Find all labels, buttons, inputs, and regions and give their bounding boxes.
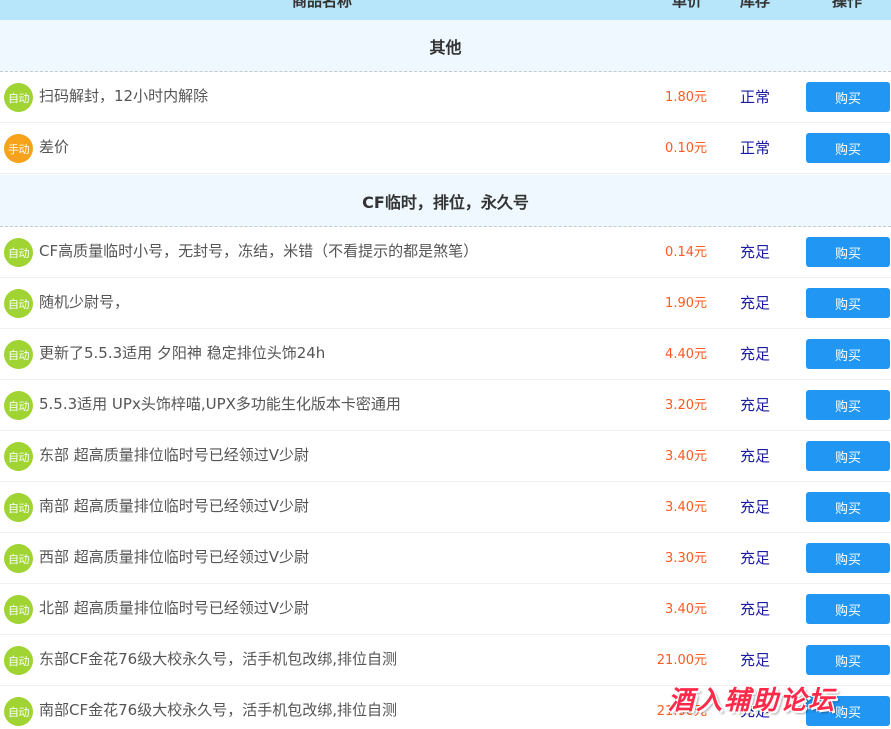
product-price: 0.10元 — [665, 141, 707, 156]
product-name[interactable]: 东部CF金花76级大校永久号，活手机包改绑,排位自测 — [39, 649, 397, 669]
product-name[interactable]: 东部 超高质量排位临时号已经领过V少尉 — [39, 445, 309, 465]
buy-button[interactable]: 购买 — [806, 288, 890, 318]
product-name[interactable]: CF高质量临时小号，无封号，冻结，米错（不看提示的都是煞笔） — [39, 241, 478, 261]
stock-status: 充足 — [740, 549, 771, 567]
product-price: 3.30元 — [665, 551, 707, 566]
manual-badge: 手动 — [4, 134, 33, 163]
header-action: 操作 — [832, 0, 863, 10]
forum-watermark: 酒入辅助论坛 — [668, 686, 837, 716]
stock-status: 充足 — [740, 294, 771, 312]
product-price: 21.00元 — [656, 653, 707, 668]
auto-badge: 自动 — [4, 442, 33, 471]
stock-status: 充足 — [740, 600, 771, 618]
product-name[interactable]: 南部CF金花76级大校永久号，活手机包改绑,排位自测 — [39, 700, 397, 720]
product-price: 0.14元 — [665, 245, 707, 260]
table-row: 自动 5.5.3适用 UPx头饰梓喵,UPX多功能生化版本卡密通用 3.20元 … — [0, 380, 891, 431]
product-list-page: 商品名称 单价 库存 操作 其他 自动 扫码解封，12小时内解除 1.80元 正… — [0, 0, 891, 729]
product-name[interactable]: 差价 — [39, 137, 69, 157]
product-price: 4.40元 — [665, 347, 707, 362]
category-title: 其他 — [429, 37, 462, 57]
buy-button[interactable]: 购买 — [806, 237, 890, 267]
table-row: 自动 东部CF金花76级大校永久号，活手机包改绑,排位自测 21.00元 充足 … — [0, 635, 891, 686]
auto-badge: 自动 — [4, 595, 33, 624]
table-row: 手动 差价 0.10元 正常 购买 — [0, 123, 891, 174]
buy-button[interactable]: 购买 — [806, 543, 890, 573]
buy-button[interactable]: 购买 — [806, 82, 890, 112]
stock-status: 正常 — [740, 139, 771, 157]
buy-button[interactable]: 购买 — [806, 390, 890, 420]
auto-badge: 自动 — [4, 493, 33, 522]
product-name[interactable]: 扫码解封，12小时内解除 — [39, 86, 208, 106]
product-price: 1.80元 — [665, 90, 707, 105]
stock-status: 充足 — [740, 396, 771, 414]
category-header-cf: CF临时，排位，永久号 — [0, 175, 891, 227]
table-row: 自动 随机少尉号， 1.90元 充足 购买 — [0, 278, 891, 329]
product-name[interactable]: 5.5.3适用 UPx头饰梓喵,UPX多功能生化版本卡密通用 — [39, 394, 401, 414]
product-price: 3.40元 — [665, 449, 707, 464]
buy-button[interactable]: 购买 — [806, 133, 890, 163]
product-name[interactable]: 北部 超高质量排位临时号已经领过V少尉 — [39, 598, 309, 618]
stock-status: 充足 — [740, 498, 771, 516]
header-stock: 库存 — [740, 0, 771, 10]
table-row: 自动 扫码解封，12小时内解除 1.80元 正常 购买 — [0, 72, 891, 123]
table-row: 自动 东部 超高质量排位临时号已经领过V少尉 3.40元 充足 购买 — [0, 431, 891, 482]
stock-status: 充足 — [740, 651, 771, 669]
buy-button[interactable]: 购买 — [806, 594, 890, 624]
product-name[interactable]: 西部 超高质量排位临时号已经领过V少尉 — [39, 547, 309, 567]
product-price: 3.40元 — [665, 602, 707, 617]
auto-badge: 自动 — [4, 697, 33, 726]
auto-badge: 自动 — [4, 289, 33, 318]
buy-button[interactable]: 购买 — [806, 441, 890, 471]
buy-button[interactable]: 购买 — [806, 645, 890, 675]
product-name[interactable]: 随机少尉号， — [39, 292, 129, 312]
buy-button[interactable]: 购买 — [806, 339, 890, 369]
auto-badge: 自动 — [4, 340, 33, 369]
table-header: 商品名称 单价 库存 操作 — [0, 0, 891, 20]
header-price: 单价 — [672, 0, 703, 10]
category-title: CF临时，排位，永久号 — [362, 192, 529, 212]
product-name[interactable]: 更新了5.5.3适用 夕阳神 稳定排位头饰24h — [39, 343, 325, 363]
auto-badge: 自动 — [4, 544, 33, 573]
buy-button[interactable]: 购买 — [806, 492, 890, 522]
auto-badge: 自动 — [4, 391, 33, 420]
auto-badge: 自动 — [4, 238, 33, 267]
stock-status: 充足 — [740, 447, 771, 465]
table-row: 自动 西部 超高质量排位临时号已经领过V少尉 3.30元 充足 购买 — [0, 533, 891, 584]
table-row: 自动 更新了5.5.3适用 夕阳神 稳定排位头饰24h 4.40元 充足 购买 — [0, 329, 891, 380]
auto-badge: 自动 — [4, 83, 33, 112]
table-row: 自动 南部 超高质量排位临时号已经领过V少尉 3.40元 充足 购买 — [0, 482, 891, 533]
stock-status: 充足 — [740, 243, 771, 261]
stock-status: 充足 — [740, 345, 771, 363]
auto-badge: 自动 — [4, 646, 33, 675]
table-row: 自动 CF高质量临时小号，无封号，冻结，米错（不看提示的都是煞笔） 0.14元 … — [0, 227, 891, 278]
product-name[interactable]: 南部 超高质量排位临时号已经领过V少尉 — [39, 496, 309, 516]
category-header-other: 其他 — [0, 20, 891, 72]
product-price: 1.90元 — [665, 296, 707, 311]
header-product-name: 商品名称 — [292, 0, 353, 10]
stock-status: 正常 — [740, 88, 771, 106]
product-price: 3.40元 — [665, 500, 707, 515]
table-row: 自动 北部 超高质量排位临时号已经领过V少尉 3.40元 充足 购买 — [0, 584, 891, 635]
product-price: 3.20元 — [665, 398, 707, 413]
